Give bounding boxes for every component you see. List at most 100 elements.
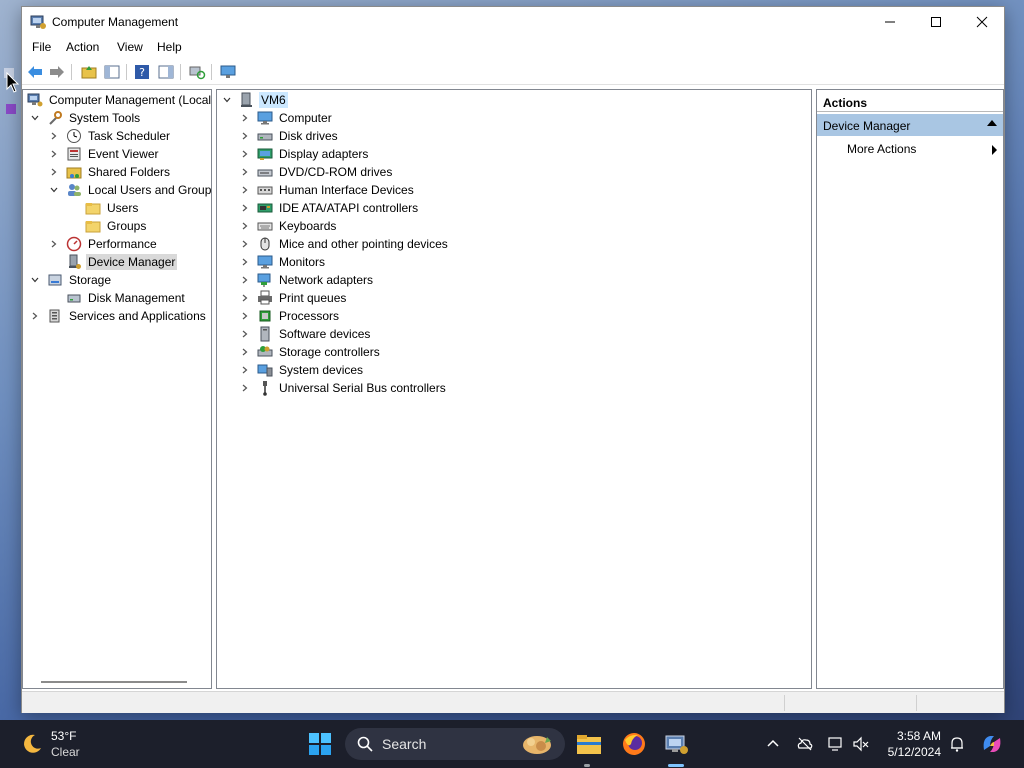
chevron-right-icon[interactable] (48, 148, 60, 160)
chevron-right-icon[interactable] (239, 328, 251, 340)
chevron-right-icon[interactable] (48, 130, 60, 142)
tree-item[interactable]: Task Scheduler (48, 127, 172, 145)
network-icon[interactable] (827, 735, 845, 753)
chevron-right-icon[interactable] (239, 166, 251, 178)
taskbar-search-box[interactable]: Search (345, 728, 565, 760)
back-arrow-icon[interactable] (26, 63, 44, 81)
device-tree-pane[interactable]: VM6 Computer Disk drives Display adapters D… (216, 89, 812, 689)
chevron-right-icon[interactable] (239, 364, 251, 376)
chevron-down-icon[interactable] (221, 94, 233, 106)
chevron-right-icon[interactable] (48, 166, 60, 178)
chevron-right-icon[interactable] (239, 184, 251, 196)
volume-muted-icon[interactable] (852, 735, 870, 753)
chevron-right-icon[interactable] (239, 274, 251, 286)
device-category-label: Network adapters (279, 273, 374, 287)
device-category[interactable]: Human Interface Devices (239, 181, 416, 199)
chevron-right-icon[interactable] (239, 238, 251, 250)
device-category[interactable]: Keyboards (239, 217, 338, 235)
display-monitor-icon[interactable] (219, 63, 237, 81)
tree-item[interactable]: Shared Folders (48, 163, 172, 181)
chevron-right-icon[interactable] (239, 292, 251, 304)
chevron-down-icon[interactable] (48, 184, 60, 196)
tree-item[interactable]: System Tools (29, 109, 142, 127)
chevron-right-icon[interactable] (239, 148, 251, 160)
computer-management-taskbar-icon[interactable] (662, 730, 690, 758)
submenu-arrow-icon[interactable] (992, 145, 997, 155)
device-category[interactable]: Mice and other pointing devices (239, 235, 450, 253)
device-category[interactable]: IDE ATA/ATAPI controllers (239, 199, 420, 217)
menu-action[interactable]: Action (66, 40, 99, 54)
device-category[interactable]: Software devices (239, 325, 372, 343)
tree-item[interactable]: Performance (48, 235, 159, 253)
device-category[interactable]: Print queues (239, 289, 348, 307)
weather-condition[interactable]: Clear (51, 745, 80, 759)
tree-item[interactable]: Users (67, 199, 140, 217)
tree-item[interactable]: Computer Management (Local (27, 91, 211, 109)
chevron-right-icon[interactable] (239, 256, 251, 268)
collapse-up-icon[interactable] (987, 120, 997, 126)
device-category[interactable]: DVD/CD-ROM drives (239, 163, 394, 181)
tree-horizontal-scrollbar[interactable] (41, 681, 187, 683)
forward-arrow-icon[interactable] (48, 63, 66, 81)
help-icon[interactable]: ? (133, 63, 151, 81)
minimize-button[interactable] (867, 7, 913, 37)
onedrive-offline-icon[interactable] (796, 735, 814, 753)
search-icon (357, 736, 373, 752)
tree-item[interactable]: Device Manager (48, 253, 178, 271)
chevron-right-icon[interactable] (29, 310, 41, 322)
moon-weather-icon[interactable] (20, 732, 44, 756)
tree-item[interactable]: Groups (67, 217, 148, 235)
console-tree-pane[interactable]: Computer Management (Local System Tools Ta… (22, 89, 212, 689)
up-folder-icon[interactable] (80, 63, 98, 81)
chevron-up-icon[interactable] (764, 735, 782, 753)
device-category[interactable]: Computer (239, 109, 334, 127)
device-category[interactable]: Disk drives (239, 127, 340, 145)
tree-item[interactable]: Storage (29, 271, 113, 289)
tree-item[interactable]: Disk Management (48, 289, 187, 307)
show-hide-console-tree-icon[interactable] (103, 63, 121, 81)
tree-item-label: Performance (88, 237, 157, 251)
menu-help[interactable]: Help (157, 40, 182, 54)
device-category[interactable]: Display adapters (239, 145, 370, 163)
chevron-right-icon[interactable] (239, 202, 251, 214)
copilot-icon[interactable] (980, 732, 1004, 756)
chevron-right-icon[interactable] (48, 238, 60, 250)
device-category[interactable]: Universal Serial Bus controllers (239, 379, 448, 397)
chevron-right-icon[interactable] (239, 112, 251, 124)
chevron-right-icon[interactable] (239, 346, 251, 358)
clock-date[interactable]: 5/12/2024 (884, 745, 941, 759)
weather-temperature[interactable]: 53°F (51, 729, 76, 743)
chevron-down-icon[interactable] (29, 112, 41, 124)
notification-bell-icon[interactable] (948, 735, 966, 753)
device-category-label: Display adapters (279, 147, 369, 161)
file-explorer-icon[interactable] (575, 730, 603, 758)
device-category[interactable]: Storage controllers (239, 343, 382, 361)
chevron-right-icon[interactable] (239, 310, 251, 322)
device-category[interactable]: Monitors (239, 253, 327, 271)
clock-time[interactable]: 3:58 AM (895, 729, 941, 743)
firefox-icon[interactable] (620, 730, 648, 758)
scan-hardware-icon[interactable] (188, 63, 206, 81)
menu-view[interactable]: View (117, 40, 143, 54)
chevron-down-icon[interactable] (29, 274, 41, 286)
device-category[interactable]: Network adapters (239, 271, 375, 289)
chevron-right-icon[interactable] (239, 382, 251, 394)
close-button[interactable] (959, 7, 1005, 37)
device-category[interactable]: System devices (239, 361, 365, 379)
computer-management-window: Computer Management File Action View Hel… (21, 6, 1005, 713)
chevron-right-icon[interactable] (239, 130, 251, 142)
device-tree-root[interactable]: VM6 (221, 91, 288, 109)
show-hide-action-pane-icon[interactable] (157, 63, 175, 81)
actions-section-label: Device Manager (823, 119, 911, 133)
title-bar[interactable]: Computer Management (22, 7, 1004, 37)
maximize-button[interactable] (913, 7, 959, 37)
more-actions-item[interactable]: More Actions (847, 142, 916, 156)
tree-item[interactable]: Local Users and Groups (48, 181, 211, 199)
tree-item[interactable]: Event Viewer (48, 145, 160, 163)
chevron-right-icon[interactable] (239, 220, 251, 232)
menu-file[interactable]: File (32, 40, 51, 54)
windows-start-icon[interactable] (308, 732, 332, 756)
actions-section-device-manager[interactable]: Device Manager (817, 114, 1003, 136)
device-category[interactable]: Processors (239, 307, 341, 325)
tree-item[interactable]: Services and Applications (29, 307, 208, 325)
